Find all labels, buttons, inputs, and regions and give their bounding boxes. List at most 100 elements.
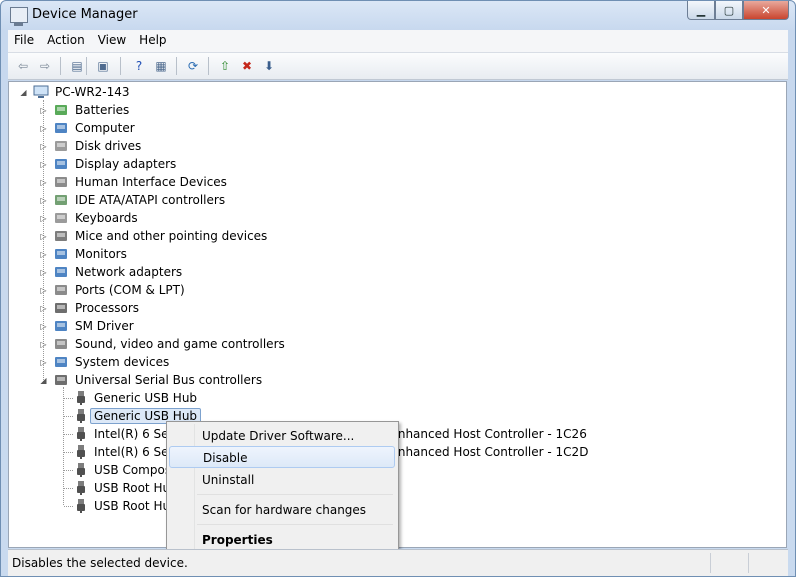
usb-plug-icon: [73, 427, 89, 441]
toolbar: ⇦ ⇨ ▤ ▣? ▦ ⟳ ⇧ ✖ ⬇: [8, 53, 788, 80]
expand-arrow-icon[interactable]: ▷: [39, 214, 48, 223]
usb-plug-icon: [73, 391, 89, 405]
tree-root[interactable]: ◢ PC-WR2-143: [9, 83, 309, 101]
view-icon[interactable]: ▦: [152, 57, 170, 75]
speaker-icon: [53, 337, 69, 351]
usb-plug-icon: [73, 481, 89, 495]
tree-category[interactable]: ▷ Computer: [9, 119, 329, 137]
expand-arrow-icon[interactable]: ▷: [39, 106, 48, 115]
tree-category[interactable]: ▷ Ports (COM & LPT): [9, 281, 329, 299]
expand-arrow-icon[interactable]: ▷: [39, 322, 48, 331]
status-divider: [748, 553, 749, 573]
close-icon: ✕: [761, 3, 771, 17]
expand-arrow-icon[interactable]: ▷: [39, 160, 48, 169]
tree-category-label: Network adapters: [75, 265, 183, 279]
hid-icon: [53, 175, 69, 189]
usb-plug-icon: [73, 445, 89, 459]
update-driver-software-menu-item[interactable]: Update Driver Software...: [169, 425, 395, 447]
help-icon[interactable]: ?: [130, 57, 148, 75]
scan-hardware-icon[interactable]: ⟳: [184, 57, 202, 75]
tree-category[interactable]: ▷ Mice and other pointing devices: [9, 227, 329, 245]
maximize-button[interactable]: ▢: [715, 1, 743, 20]
tree-category[interactable]: ▷ Human Interface Devices: [9, 173, 329, 191]
expand-arrow-icon[interactable]: ▷: [39, 358, 48, 367]
tree-category[interactable]: ▷ Sound, video and game controllers: [9, 335, 329, 353]
maximize-icon: ▢: [723, 3, 735, 17]
update-driver-icon[interactable]: ⇧: [216, 57, 234, 75]
expand-arrow-icon[interactable]: ▷: [39, 286, 48, 295]
tree-category[interactable]: ▷ Keyboards: [9, 209, 329, 227]
expand-arrow-icon[interactable]: ▷: [39, 196, 48, 205]
device-manager-window: Device Manager ▁ ▢ ✕ File Action View He…: [0, 0, 796, 577]
tree-category[interactable]: ▷ Batteries: [9, 101, 329, 119]
expand-arrow-icon[interactable]: ▷: [39, 268, 48, 277]
tree-category-label: Display adapters: [75, 157, 177, 171]
expand-arrow-icon[interactable]: ▷: [39, 142, 48, 151]
tree-guide-line: [64, 452, 73, 453]
show-hide-tree-icon[interactable]: ▤: [68, 57, 86, 75]
disable-device-icon[interactable]: ⬇: [260, 57, 278, 75]
tree-category-label: Human Interface Devices: [75, 175, 227, 189]
disable-menu-item[interactable]: Disable: [169, 446, 395, 468]
tree-category[interactable]: ▷ Processors: [9, 299, 329, 317]
collapse-arrow-icon[interactable]: ◢: [19, 88, 28, 97]
context-menu-separator: [197, 494, 393, 495]
port-icon: [53, 283, 69, 297]
tree-category[interactable]: ▷ IDE ATA/ATAPI controllers: [9, 191, 329, 209]
minimize-button[interactable]: ▁: [687, 1, 715, 20]
menu-view[interactable]: View: [92, 30, 133, 52]
status-divider: [710, 553, 711, 573]
scan-for-hardware-changes-menu-item[interactable]: Scan for hardware changes: [169, 499, 395, 521]
expand-arrow-icon[interactable]: ▷: [39, 304, 48, 313]
sm-driver-icon: [53, 319, 69, 333]
tree-category-label: Monitors: [75, 247, 127, 261]
usb-plug-icon: [73, 499, 89, 513]
title-bar[interactable]: Device Manager ▁ ▢ ✕: [1, 1, 795, 29]
properties-icon[interactable]: ▣: [94, 57, 112, 75]
tree-root-label: PC-WR2-143: [55, 85, 130, 99]
usb-device-item[interactable]: Generic USB Hub: [9, 389, 769, 407]
uninstall-icon[interactable]: ✖: [238, 57, 256, 75]
tree-guide-line: [64, 434, 73, 435]
properties-menu-item[interactable]: Properties: [169, 529, 395, 551]
usb-plug-icon: [73, 463, 89, 477]
tree-category[interactable]: ▷ System devices: [9, 353, 329, 371]
computer-icon: [33, 85, 49, 99]
menu-file[interactable]: File: [8, 30, 41, 52]
tree-category-label: Sound, video and game controllers: [75, 337, 285, 351]
tree-category[interactable]: ▷ Display adapters: [9, 155, 329, 173]
tree-guide-line: [64, 470, 73, 471]
monitor-icon: [53, 247, 69, 261]
expand-arrow-icon[interactable]: ▷: [39, 124, 48, 133]
tree-category[interactable]: ▷ SM Driver: [9, 317, 329, 335]
display-adapter-icon: [53, 157, 69, 171]
menu-help[interactable]: Help: [133, 30, 173, 52]
tree-category-label: IDE ATA/ATAPI controllers: [75, 193, 226, 207]
collapse-arrow-icon[interactable]: ◢: [39, 376, 48, 385]
tree-category[interactable]: ▷ Disk drives: [9, 137, 329, 155]
ide-controller-icon: [53, 193, 69, 207]
forward-arrow-icon[interactable]: ⇨: [36, 57, 54, 75]
computer-icon: [53, 121, 69, 135]
back-arrow-icon[interactable]: ⇦: [14, 57, 32, 75]
expand-arrow-icon[interactable]: ▷: [39, 340, 48, 349]
tree-guide-line: [64, 416, 73, 417]
keyboard-icon: [53, 211, 69, 225]
close-button[interactable]: ✕: [743, 1, 789, 20]
menu-action[interactable]: Action: [41, 30, 92, 52]
expand-arrow-icon[interactable]: ▷: [39, 178, 48, 187]
expand-arrow-icon[interactable]: ▷: [39, 250, 48, 259]
tree-category[interactable]: ▷ Network adapters: [9, 263, 329, 281]
mouse-icon: [53, 229, 69, 243]
toolbar-separator: [120, 57, 121, 75]
usb-device-label: Generic USB Hub: [94, 391, 198, 405]
window-controls: ▁ ▢ ✕: [687, 1, 789, 20]
tree-category[interactable]: ▷ Monitors: [9, 245, 329, 263]
usb-icon: [53, 373, 69, 387]
expand-arrow-icon[interactable]: ▷: [39, 232, 48, 241]
tree-category[interactable]: ◢ Universal Serial Bus controllers: [9, 371, 329, 389]
uninstall-menu-item[interactable]: Uninstall: [169, 469, 395, 491]
battery-icon: [53, 103, 69, 117]
menu-bar: File Action View Help: [8, 30, 788, 53]
tree-category-label: SM Driver: [75, 319, 134, 333]
